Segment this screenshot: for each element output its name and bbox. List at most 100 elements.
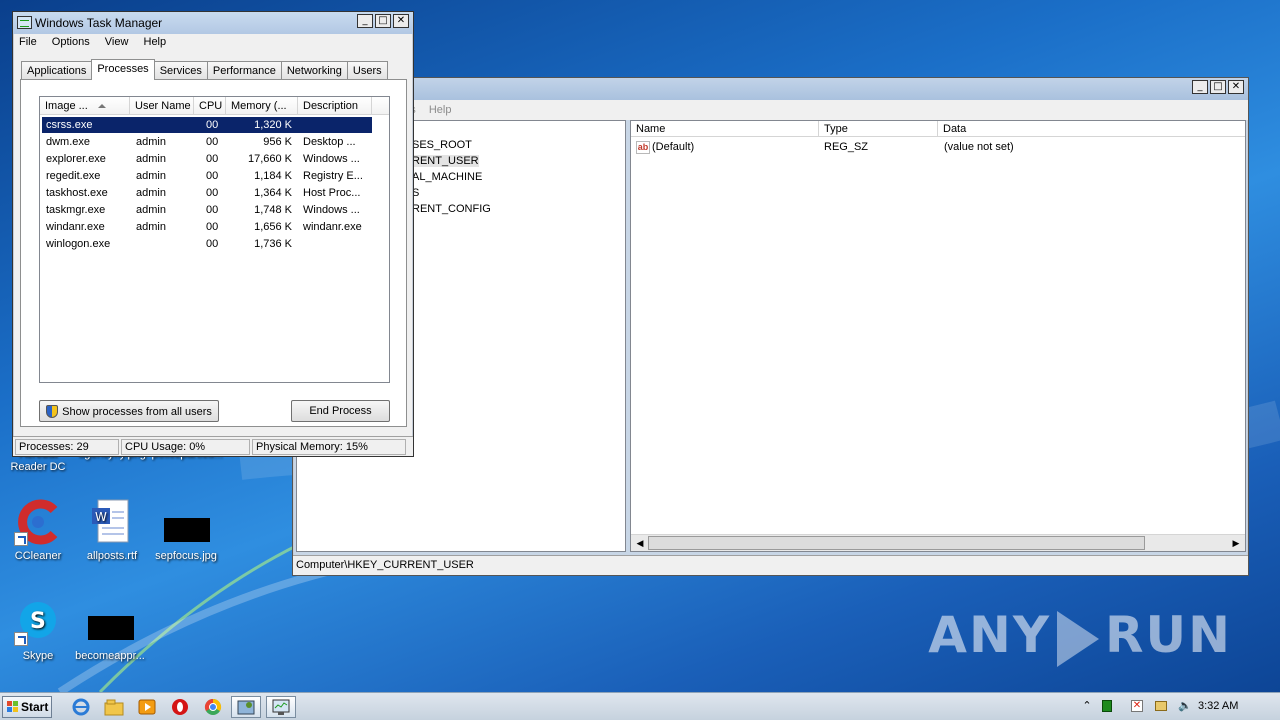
menu-file[interactable]: File (19, 36, 37, 48)
tree-node-current-user[interactable]: RENT_USER (412, 155, 479, 167)
process-row[interactable]: dwm.exe admin 00 956 K Desktop ... (42, 134, 372, 150)
process-row[interactable]: explorer.exe admin 00 17,660 K Windows ... (42, 151, 372, 167)
action-center-icon[interactable]: ✕ (1130, 699, 1144, 713)
network-icon[interactable] (1154, 699, 1168, 713)
process-row[interactable]: taskhost.exe admin 00 1,364 K Host Proc... (42, 185, 372, 201)
horizontal-scrollbar[interactable]: ◀ ▶ (631, 534, 1245, 551)
menu-help[interactable]: Help (429, 104, 452, 116)
process-image-name: winlogon.exe (46, 238, 111, 250)
tab-users[interactable]: Users (346, 61, 388, 80)
menu-options[interactable]: Options (52, 36, 90, 48)
maximize-icon[interactable]: □ (1210, 80, 1226, 94)
shortcut-arrow-icon (14, 632, 28, 646)
file-explorer-icon[interactable] (103, 697, 125, 717)
process-memory: 1,320 K (254, 119, 292, 131)
process-cpu: 00 (206, 238, 219, 250)
process-description: Registry E... (303, 170, 363, 182)
desktop-icon-allposts[interactable]: W allposts.rtf (74, 498, 150, 563)
process-list-header: Image ... User Name CPU Memory (... Desc… (40, 97, 389, 115)
process-row[interactable]: taskmgr.exe admin 00 1,748 K Windows ... (42, 202, 372, 218)
status-cpu-usage: CPU Usage: 0% (121, 439, 250, 455)
column-header-name[interactable]: Name (631, 121, 819, 137)
regedit-titlebar[interactable]: _ □ ✕ (293, 78, 1248, 100)
shortcut-arrow-icon (14, 532, 28, 546)
process-cpu: 00 (206, 204, 219, 216)
scrollbar-thumb[interactable] (648, 536, 1145, 550)
tab-applications[interactable]: Applications (21, 61, 93, 80)
taskmgr-menubar: File Options View Help (13, 34, 413, 52)
maximize-icon[interactable]: □ (375, 14, 391, 28)
windows-flag-icon (7, 701, 19, 713)
process-row[interactable]: csrss.exe 00 1,320 K (42, 117, 372, 133)
process-user-name: admin (136, 187, 166, 199)
process-description: Windows ... (303, 204, 360, 216)
column-header-memory[interactable]: Memory (... (226, 97, 298, 115)
opera-icon[interactable] (169, 697, 191, 717)
desktop-icon-becomeappr[interactable]: becomeappr... (72, 598, 148, 663)
values-header: Name Type Data (631, 121, 1245, 137)
column-header-data[interactable]: Data (938, 121, 1246, 137)
close-icon[interactable]: ✕ (1228, 80, 1244, 94)
column-header-type[interactable]: Type (819, 121, 938, 137)
process-list[interactable]: Image ... User Name CPU Memory (... Desc… (39, 96, 390, 383)
scroll-left-icon[interactable]: ◀ (634, 537, 646, 549)
menu-view[interactable]: View (105, 36, 129, 48)
internet-explorer-icon[interactable] (70, 697, 92, 717)
process-row[interactable]: regedit.exe admin 00 1,184 K Registry E... (42, 168, 372, 184)
show-hidden-icons-icon[interactable]: ⌃ (1080, 699, 1094, 713)
column-header-user[interactable]: User Name (130, 97, 194, 115)
desktop-icon-skype[interactable]: S Skype (0, 598, 76, 663)
desktop: Acrobat Reader DC agencyhy.png policepar… (0, 0, 1280, 692)
chrome-icon[interactable] (202, 697, 224, 717)
menu-help[interactable]: Help (144, 36, 167, 48)
image-thumbnail-icon (86, 598, 134, 646)
taskmgr-caption-buttons: _ □ ✕ (357, 14, 409, 28)
process-row[interactable]: windanr.exe admin 00 1,656 K windanr.exe (42, 219, 372, 235)
regedit-menubar: rites Help (293, 100, 1248, 120)
taskmgr-taskbar-button[interactable] (266, 696, 296, 718)
minimize-icon[interactable]: _ (357, 14, 373, 28)
task-manager-window: Windows Task Manager _ □ ✕ File Options … (12, 11, 414, 457)
desktop-icon-label: CCleaner (14, 550, 62, 562)
process-image-name: regedit.exe (46, 170, 101, 182)
anyrun-watermark: ANY RUN (928, 606, 1232, 667)
tree-node-local-machine[interactable]: AL_MACHINE (412, 171, 482, 183)
tree-node-classes-root[interactable]: SES_ROOT (412, 139, 472, 151)
close-icon[interactable]: ✕ (393, 14, 409, 28)
tray-app-icon[interactable] (1100, 699, 1114, 713)
media-player-icon[interactable] (136, 697, 158, 717)
play-logo-icon (1057, 610, 1100, 667)
taskmgr-tabs: Applications Processes Services Performa… (21, 59, 388, 80)
tab-processes[interactable]: Processes (91, 59, 155, 80)
end-process-button[interactable]: End Process (291, 400, 390, 422)
clock[interactable]: 3:32 AM (1198, 700, 1238, 712)
system-tray: ⌃ ✕ 🔈 3:32 AM (1074, 693, 1280, 721)
process-user-name: admin (136, 221, 166, 233)
taskmgr-titlebar[interactable]: Windows Task Manager _ □ ✕ (13, 12, 413, 34)
minimize-icon[interactable]: _ (1192, 80, 1208, 94)
start-button[interactable]: Start (2, 696, 52, 718)
process-row[interactable]: winlogon.exe 00 1,736 K (42, 236, 372, 252)
process-description: Host Proc... (303, 187, 361, 199)
tab-networking[interactable]: Networking (280, 61, 348, 80)
task-manager-icon (17, 16, 32, 29)
column-header-description[interactable]: Description (298, 97, 372, 115)
process-description: Windows ... (303, 153, 360, 165)
volume-icon[interactable]: 🔈 (1178, 699, 1192, 713)
column-header-cpu[interactable]: CPU (194, 97, 226, 115)
process-image-name: csrss.exe (46, 119, 93, 131)
desktop-icon-sepfocus[interactable]: sepfocus.jpg (148, 498, 224, 563)
show-all-processes-button[interactable]: Show processes from all users (39, 400, 219, 422)
registry-values-list[interactable]: Name Type Data ab (Default) REG_SZ (valu… (630, 120, 1246, 552)
scroll-right-icon[interactable]: ▶ (1230, 537, 1242, 549)
tree-node-current-config[interactable]: RENT_CONFIG (412, 203, 491, 215)
window-title: Windows Task Manager (35, 16, 163, 30)
tab-performance[interactable]: Performance (206, 61, 282, 80)
regedit-taskbar-button[interactable] (231, 696, 261, 718)
process-cpu: 00 (206, 221, 219, 233)
process-memory: 1,748 K (254, 204, 292, 216)
desktop-icon-ccleaner[interactable]: CCleaner (0, 498, 76, 563)
tab-services[interactable]: Services (153, 61, 208, 80)
registry-value-row[interactable]: ab (Default) REG_SZ (value not set) (631, 141, 1245, 157)
column-header-image[interactable]: Image ... (40, 97, 130, 115)
